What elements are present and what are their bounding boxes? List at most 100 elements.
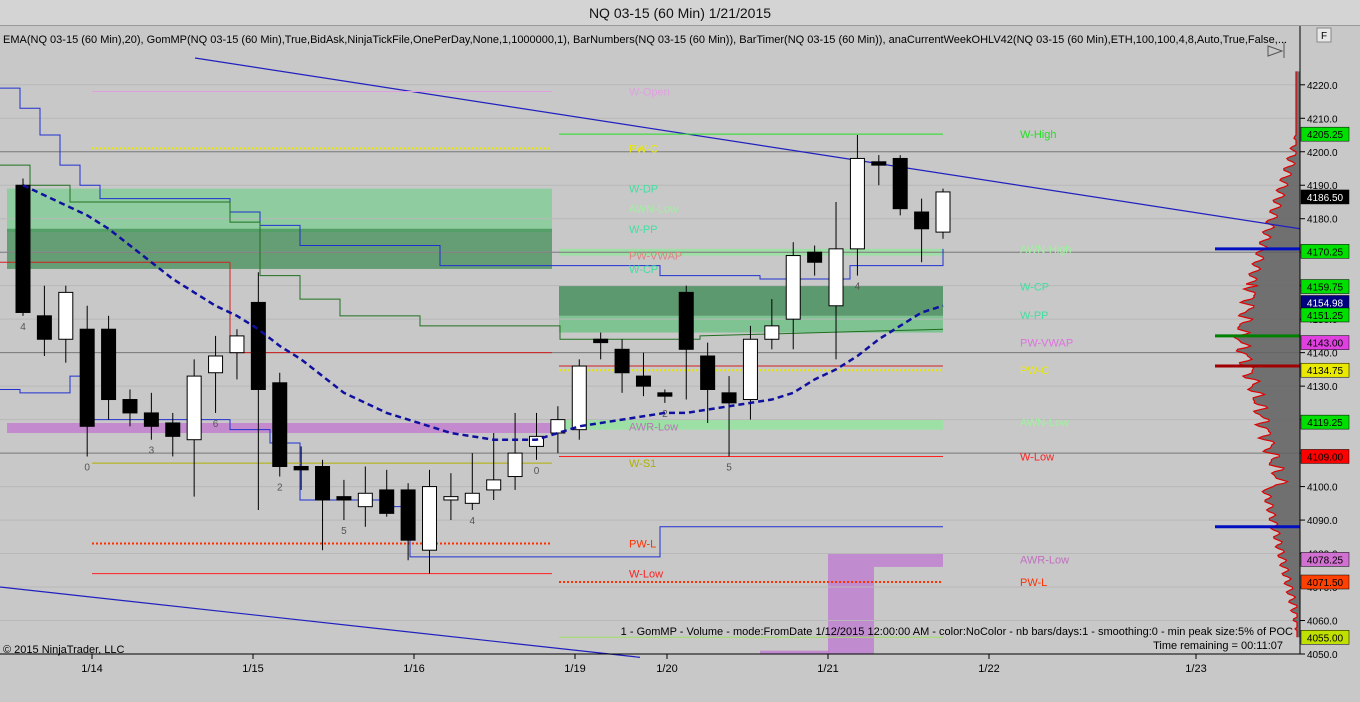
- bar-number: 5: [341, 526, 347, 537]
- time-tick-label: 1/21: [817, 663, 838, 675]
- bar-timer: Time remaining = 00:11:07: [1153, 640, 1283, 652]
- time-tick-label: 1/22: [978, 663, 999, 675]
- candle-body: [742, 338, 758, 401]
- candle-body: [507, 452, 523, 478]
- bar-number: 0: [84, 462, 90, 473]
- candle-body: [721, 392, 737, 404]
- price-tag-label: 4078.25: [1307, 555, 1344, 566]
- bar-number: 4: [20, 322, 26, 333]
- zone-wpp: [7, 228, 552, 269]
- window-title: NQ 03-15 (60 Min) 1/21/2015: [0, 0, 1360, 26]
- indicator-list: EMA(NQ 03-15 (60 Min),20), GomMP(NQ 03-1…: [3, 34, 1287, 46]
- candle-body: [635, 375, 651, 387]
- axis-tick-label: 4100.0: [1307, 483, 1338, 494]
- price-tag-label: 4159.75: [1307, 283, 1344, 294]
- candle-body: [315, 465, 331, 501]
- candle-body: [58, 291, 74, 340]
- candle-body: [36, 315, 52, 340]
- price-tag-label: 4170.25: [1307, 247, 1344, 258]
- axis-tick-label: 4060.0: [1307, 617, 1338, 628]
- zone-wpp-current: [559, 315, 943, 333]
- time-tick-label: 1/14: [81, 663, 102, 675]
- copyright: © 2015 NinjaTrader, LLC: [3, 644, 124, 656]
- candle-body: [250, 301, 266, 390]
- candle-body: [528, 435, 544, 447]
- bar-number: 4: [470, 516, 476, 527]
- level-label: W-Open: [629, 86, 670, 98]
- candle-body: [15, 184, 31, 313]
- level-label: W-PP: [629, 224, 658, 236]
- candle-body: [101, 328, 117, 401]
- candle-body: [443, 496, 459, 501]
- level-label: PW-L: [629, 539, 656, 551]
- candle-body: [357, 492, 373, 508]
- candle-body: [379, 489, 395, 514]
- price-tag-label: 4071.50: [1307, 578, 1344, 589]
- bar-number: 3: [149, 446, 155, 457]
- bar-number: 4: [855, 282, 861, 293]
- bar-number: 2: [277, 483, 283, 494]
- candle-body: [871, 161, 887, 166]
- candle-body: [785, 255, 801, 320]
- candle-body: [229, 335, 245, 354]
- time-tick-label: 1/16: [403, 663, 424, 675]
- chart-background: [0, 26, 1360, 702]
- price-tag-label: 4151.25: [1307, 311, 1344, 322]
- candle-body: [293, 465, 309, 471]
- level-label: PW-C: [629, 143, 658, 155]
- bar-number: 6: [213, 419, 219, 430]
- candle-body: [764, 325, 780, 340]
- axis-tick-label: 4130.0: [1307, 382, 1338, 393]
- level-label: W-Low: [1020, 451, 1054, 463]
- level-label: PW-VWAP: [1020, 338, 1073, 350]
- level-label: W-CP: [1020, 282, 1049, 294]
- zone-awn-low: [559, 419, 943, 430]
- candle-body: [593, 338, 609, 344]
- profile-info: 1 - GomMP - Volume - mode:FromDate 1/12/…: [621, 626, 1293, 638]
- candle-body: [828, 248, 844, 307]
- level-label: AWR-Low: [629, 421, 678, 433]
- axis-tick-label: 4210.0: [1307, 114, 1338, 125]
- price-tag-label: 4143.00: [1307, 339, 1344, 350]
- axis-tick-label: 4220.0: [1307, 81, 1338, 92]
- time-tick-label: 1/20: [656, 663, 677, 675]
- candle-body: [678, 291, 694, 350]
- price-tag-label: 4119.25: [1307, 418, 1343, 429]
- candle-body: [486, 479, 502, 491]
- level-label: W-DP: [629, 184, 658, 196]
- candle-body: [208, 355, 224, 374]
- zone-awr-low: [828, 553, 943, 567]
- candle-body: [186, 375, 202, 441]
- level-label: W-CP: [629, 264, 658, 276]
- candle-body: [571, 365, 587, 431]
- bar-number: 2: [662, 409, 668, 420]
- level-label: AWR-Low: [1020, 554, 1069, 566]
- level-label: AWN-High: [1020, 244, 1072, 256]
- bar-number: 5: [726, 462, 732, 473]
- candle-body: [914, 211, 930, 230]
- time-tick-label: 1/19: [564, 663, 585, 675]
- level-label: W-S1: [629, 458, 656, 470]
- candle-body: [272, 382, 288, 467]
- zone-awr-base: [760, 650, 830, 654]
- candle-body: [657, 392, 673, 397]
- f-button-label: F: [1321, 31, 1327, 42]
- axis-tick-label: 4050.0: [1307, 650, 1338, 661]
- level-label: AWN-Low: [629, 204, 678, 216]
- axis-tick-label: 4140.0: [1307, 349, 1338, 360]
- candle-body: [892, 157, 908, 210]
- candle-body: [336, 496, 352, 501]
- price-chart[interactable]: W-Open PW-C W-DP AWN-Low W-PP PW-VWAP W-CP AWR-…: [0, 26, 1360, 702]
- price-tag-label: 4109.00: [1307, 452, 1344, 463]
- candle-body: [422, 486, 438, 551]
- candle-body: [400, 489, 416, 541]
- level-label: W-PP: [1020, 310, 1049, 322]
- price-tag-label: 4055.00: [1307, 633, 1344, 644]
- candle-body: [935, 191, 951, 233]
- axis-tick-label: 4200.0: [1307, 148, 1338, 159]
- candle-body: [849, 157, 865, 250]
- price-tag-label: 4205.25: [1307, 130, 1344, 141]
- candle-body: [143, 412, 159, 427]
- bar-number: 0: [534, 466, 540, 477]
- axis-tick-label: 4090.0: [1307, 516, 1338, 527]
